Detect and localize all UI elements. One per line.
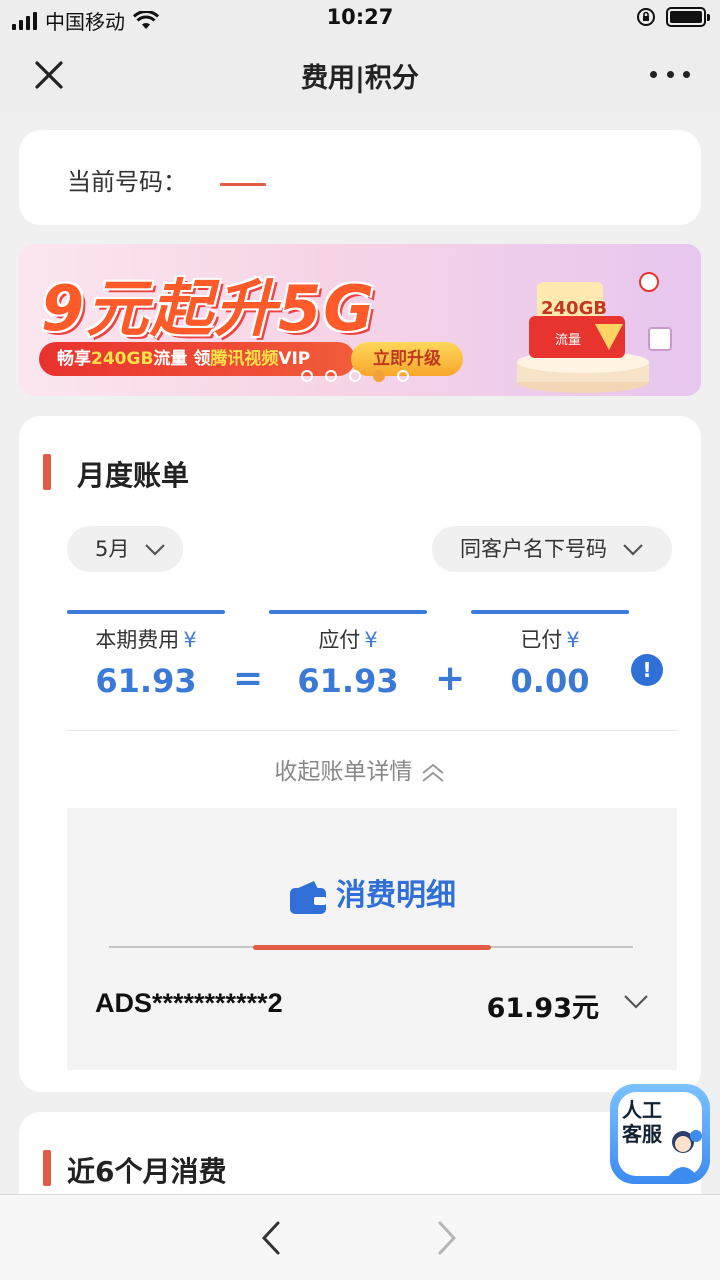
current-fee-value: 61.93: [95, 662, 197, 700]
browser-toolbar: [0, 1194, 720, 1280]
carousel-dot[interactable]: [349, 370, 361, 382]
forward-arrow-icon[interactable]: [434, 1219, 460, 1257]
svg-text:240GB: 240GB: [541, 298, 607, 319]
due-label: 应付: [318, 628, 361, 652]
double-chevron-up-icon: [422, 763, 444, 782]
current-fee-column: 本期费用 ¥ 61.93: [67, 610, 225, 700]
current-fee-label: 本期费用: [95, 628, 180, 652]
more-options-icon[interactable]: [650, 62, 690, 86]
paid-column: 已付 ¥ 0.00: [471, 610, 629, 700]
wallet-icon: [290, 880, 326, 914]
tab-active-indicator: [253, 945, 491, 950]
monthly-bill-card: 月度账单 5月 同客户名下号码 本期费用 ¥ 61.93 = 应付 ¥ 61.93 …: [19, 416, 701, 1092]
agent-avatar-icon: [666, 1130, 702, 1180]
rotation-lock-icon: [637, 8, 655, 26]
banner-headline: 9元起升5G: [41, 272, 377, 345]
svg-text:流量: 流量: [555, 333, 581, 348]
chevron-down-icon: [622, 544, 643, 556]
promo-banner[interactable]: 9元起升5G 畅享240GB流量 领腾讯视频VIP 立即升级 240GB 流量: [19, 244, 701, 396]
account-amount: 61.93元: [486, 993, 599, 1024]
carousel-dot[interactable]: [325, 370, 337, 382]
divider: [67, 730, 677, 731]
carousel-dot[interactable]: [301, 370, 313, 382]
battery-icon: [666, 7, 710, 27]
due-column: 应付 ¥ 61.93: [269, 610, 427, 700]
customer-service-button[interactable]: 人工客服: [610, 1084, 710, 1188]
equals-sign: =: [233, 658, 264, 699]
clock: 10:27: [326, 5, 394, 29]
info-icon[interactable]: !: [631, 654, 663, 686]
carousel-dot-active[interactable]: [373, 370, 385, 382]
number-scope-select[interactable]: 同客户名下号码: [432, 526, 672, 572]
nav-bar: 费用|积分: [0, 36, 720, 112]
account-id: ADS***********2: [95, 988, 283, 1018]
carousel-dot[interactable]: [397, 370, 409, 382]
section-accent-bar: [43, 454, 51, 490]
back-arrow-icon[interactable]: [258, 1219, 284, 1257]
status-bar: 中国移动 10:27: [0, 0, 720, 36]
plus-sign: +: [435, 658, 466, 699]
recent-consumption-title: 近6个月消费: [67, 1155, 227, 1188]
paid-value: 0.00: [510, 662, 590, 700]
collapse-bill-details-link[interactable]: 收起账单详情: [19, 752, 701, 786]
carousel-dots[interactable]: [301, 370, 409, 382]
page-title: 费用|积分: [301, 63, 419, 94]
current-number-label: 当前号码：: [67, 168, 187, 196]
paid-label: 已付: [520, 628, 563, 652]
due-value: 61.93: [297, 662, 399, 700]
current-number-card: 当前号码：: [19, 130, 701, 225]
consumption-detail-title: 消费明细: [67, 870, 677, 915]
chevron-down-icon: [145, 544, 165, 556]
monthly-bill-title: 月度账单: [77, 459, 190, 492]
section-accent-bar: [43, 1150, 51, 1186]
gift-box-illustration: 240GB 流量: [517, 272, 672, 393]
chevron-down-icon[interactable]: [623, 994, 649, 1010]
consumption-detail-panel: 消费明细 ADS***********2 61.93元: [67, 808, 677, 1070]
month-select[interactable]: 5月: [67, 526, 183, 572]
current-number-placeholder: [220, 183, 266, 186]
